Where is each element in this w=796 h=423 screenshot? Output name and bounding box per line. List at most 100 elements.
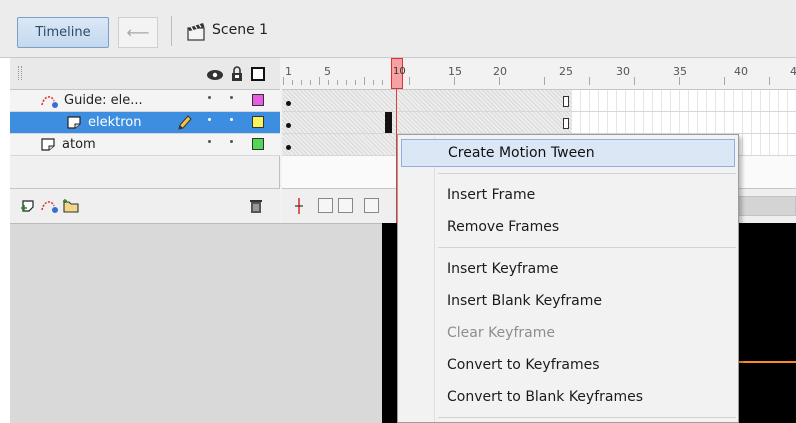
eye-icon[interactable]: [206, 66, 224, 82]
scene-label[interactable]: Scene 1: [212, 22, 268, 38]
menu-item-convert-to-keyframes[interactable]: Convert to Keyframes: [401, 351, 735, 379]
ruler-label: 5: [324, 65, 331, 78]
ruler-tick: [724, 77, 725, 85]
timeline-button[interactable]: Timeline: [17, 17, 109, 48]
ruler-tick: [454, 77, 455, 85]
ruler-tick: [382, 80, 383, 85]
end-frame-marker[interactable]: [563, 118, 569, 129]
onion-skin-icon[interactable]: [318, 198, 333, 213]
ruler-label: 40: [734, 65, 748, 78]
grip-handle[interactable]: [18, 66, 22, 80]
back-arrow-icon: ⟵: [126, 23, 150, 42]
menu-item-label: Insert Keyframe: [447, 261, 559, 277]
menu-item-insert-frame[interactable]: Insert Frame: [401, 181, 735, 209]
frame-row-guide[interactable]: [282, 90, 796, 112]
menu-item-label: Insert Frame: [447, 187, 536, 203]
menu-item-clear-keyframe: Clear Keyframe: [401, 319, 735, 347]
menu-item-insert-blank-keyframe[interactable]: Insert Blank Keyframe: [401, 287, 735, 315]
menu-item-create-motion-tween[interactable]: Create Motion Tween: [401, 139, 735, 167]
playhead[interactable]: 10: [391, 58, 406, 89]
layer-icon: [41, 138, 55, 151]
menu-separator: [438, 173, 736, 174]
ruler-tick: [769, 77, 770, 85]
end-frame-marker[interactable]: [563, 96, 569, 107]
keyframe-marker[interactable]: [286, 123, 291, 128]
ruler-tick: [319, 77, 320, 85]
keyframe-marker[interactable]: [286, 145, 291, 150]
ruler-tick: [544, 77, 545, 85]
toolbar-divider: [171, 16, 172, 46]
frame-ruler[interactable]: 1 5 15 20 25 30 35 40 4: [282, 58, 796, 90]
ruler-tick: [634, 77, 635, 85]
layer-name-elektron: elektron: [88, 115, 142, 130]
layer-color-swatch[interactable]: [252, 138, 264, 150]
guide-layer-icon: [41, 96, 58, 108]
menu-item-insert-keyframe[interactable]: Insert Keyframe: [401, 255, 735, 283]
menu-item-label: Convert to Keyframes: [447, 357, 600, 373]
keyframe-marker[interactable]: [286, 101, 291, 106]
ruler-tick: [373, 80, 374, 85]
back-button[interactable]: ⟵: [118, 17, 158, 48]
layer-color-swatch[interactable]: [252, 94, 264, 106]
layer-row-elektron[interactable]: elektron: [10, 112, 280, 134]
pasteboard: [10, 223, 382, 423]
new-layer-icon[interactable]: [20, 198, 38, 214]
visibility-dot[interactable]: [208, 118, 211, 121]
menu-item-label: Clear Keyframe: [447, 325, 555, 341]
empty-frames[interactable]: [572, 90, 796, 111]
frame-row-elektron[interactable]: [282, 112, 796, 134]
edit-multiple-icon[interactable]: [364, 198, 379, 213]
layer-icon: [67, 116, 81, 129]
window-edge: [0, 0, 10, 423]
menu-item-remove-frames[interactable]: Remove Frames: [401, 213, 735, 241]
menu-item-label: Remove Frames: [447, 219, 560, 235]
menu-item-label: Convert to Blank Keyframes: [447, 389, 644, 405]
clapperboard-icon: [187, 23, 205, 41]
ruler-tick: [283, 77, 284, 85]
ruler-tick: [409, 77, 410, 85]
empty-frames[interactable]: [572, 112, 796, 133]
lock-dot[interactable]: [230, 118, 233, 121]
center-frame-icon[interactable]: [292, 197, 306, 215]
motion-guide-path: [735, 361, 796, 363]
ruler-tick: [355, 80, 356, 85]
ruler-tick: [364, 77, 365, 85]
ruler-tick: [301, 80, 302, 85]
onion-outline-icon[interactable]: [338, 198, 353, 213]
layer-panel: Guide: ele... elektron atom: [10, 58, 280, 223]
layer-footer: [10, 188, 280, 223]
lock-dot[interactable]: [230, 140, 233, 143]
ruler-label: 20: [493, 65, 507, 78]
menu-item-label: Create Motion Tween: [448, 145, 595, 161]
pencil-icon: [178, 115, 192, 130]
layer-row-atom[interactable]: atom: [10, 134, 280, 156]
layer-color-swatch[interactable]: [252, 116, 264, 128]
ruler-tick: [679, 77, 680, 85]
ruler-tick: [337, 80, 338, 85]
outline-icon[interactable]: [250, 66, 266, 82]
playhead-label: 10: [393, 66, 406, 77]
ruler-tick: [292, 80, 293, 85]
selected-keyframe[interactable]: [385, 112, 392, 133]
layer-row-guide[interactable]: Guide: ele...: [10, 90, 280, 112]
new-folder-icon[interactable]: [62, 198, 80, 214]
ruler-tick: [328, 80, 329, 85]
trash-icon[interactable]: [248, 198, 264, 214]
lock-dot[interactable]: [230, 96, 233, 99]
ruler-label: 25: [559, 65, 573, 78]
context-menu: Create Motion Tween Insert Frame Remove …: [397, 134, 739, 423]
menu-item-convert-to-blank-keyframes[interactable]: Convert to Blank Keyframes: [401, 383, 735, 411]
visibility-dot[interactable]: [208, 140, 211, 143]
frame-span[interactable]: [282, 112, 572, 133]
ruler-tick: [589, 77, 590, 85]
ruler-label: 1: [285, 65, 292, 78]
add-guide-icon[interactable]: [40, 198, 60, 214]
top-bar: Timeline ⟵ Scene 1: [0, 0, 796, 58]
frame-span[interactable]: [282, 90, 572, 111]
ruler-label: 4: [790, 65, 796, 78]
timeline-button-label: Timeline: [35, 25, 91, 40]
layer-header: [10, 58, 280, 90]
visibility-dot[interactable]: [208, 96, 211, 99]
lock-icon[interactable]: [230, 66, 244, 82]
ruler-tick: [310, 80, 311, 85]
